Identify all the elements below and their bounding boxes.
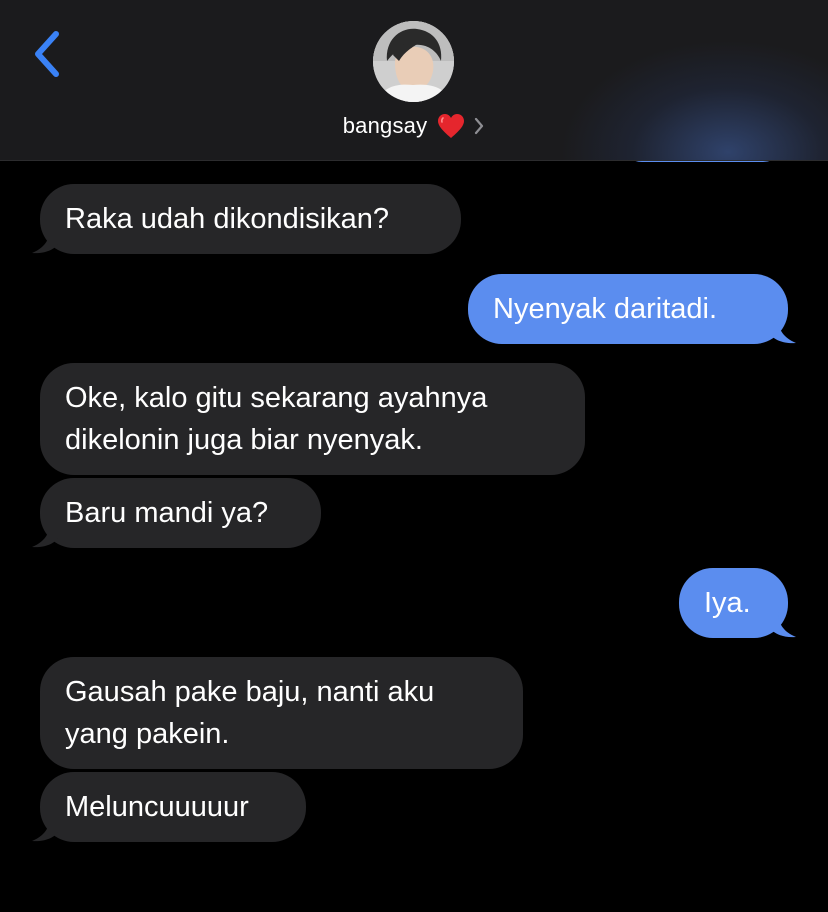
contact-name: bangsay <box>342 113 428 138</box>
message-text: Iya. <box>704 587 751 619</box>
avatar-photo <box>373 21 454 102</box>
contact-details-button[interactable]: bangsay <box>0 108 828 144</box>
message-bubble-incoming[interactable]: Baru mandi ya? <box>40 478 321 548</box>
conversation-header: bangsay <box>0 0 828 161</box>
chevron-left-icon <box>35 31 59 77</box>
contact-avatar[interactable] <box>373 21 454 102</box>
message-text: Nyenyak daritadi. <box>493 293 718 325</box>
bubble-tail <box>32 522 58 548</box>
chevron-right-icon <box>475 117 484 135</box>
message-bubble-incoming[interactable]: Meluncuuuuur <box>40 772 306 842</box>
bubble-tail <box>32 228 58 254</box>
back-button[interactable] <box>26 26 70 84</box>
message-text: Raka udah dikondisikan? <box>65 203 390 235</box>
message-bubble-incoming[interactable]: Oke, kalo gitu sekarang ayahnya dikeloni… <box>40 363 585 475</box>
message-text: Baru mandi ya? <box>65 497 269 529</box>
message-bubble-incoming[interactable]: Gausah pake baju, nanti aku yang pakein. <box>40 657 523 769</box>
bubble-tail <box>32 816 58 842</box>
message-text-line-2: dikelonin juga biar nyenyak. <box>65 424 423 456</box>
message-bubble-incoming[interactable]: Raka udah dikondisikan? <box>40 184 461 254</box>
message-text-line-1: Gausah pake baju, nanti aku <box>65 676 435 708</box>
message-text-line-2: yang pakein. <box>65 718 230 750</box>
message-text: Meluncuuuuur <box>65 791 249 823</box>
bubble-tail <box>770 318 796 344</box>
bubble-tail <box>770 612 796 638</box>
message-text-line-1: Oke, kalo gitu sekarang ayahnya <box>65 382 488 414</box>
heart-icon <box>438 114 465 138</box>
message-bubble-outgoing[interactable]: Nyenyak daritadi. <box>468 274 788 344</box>
